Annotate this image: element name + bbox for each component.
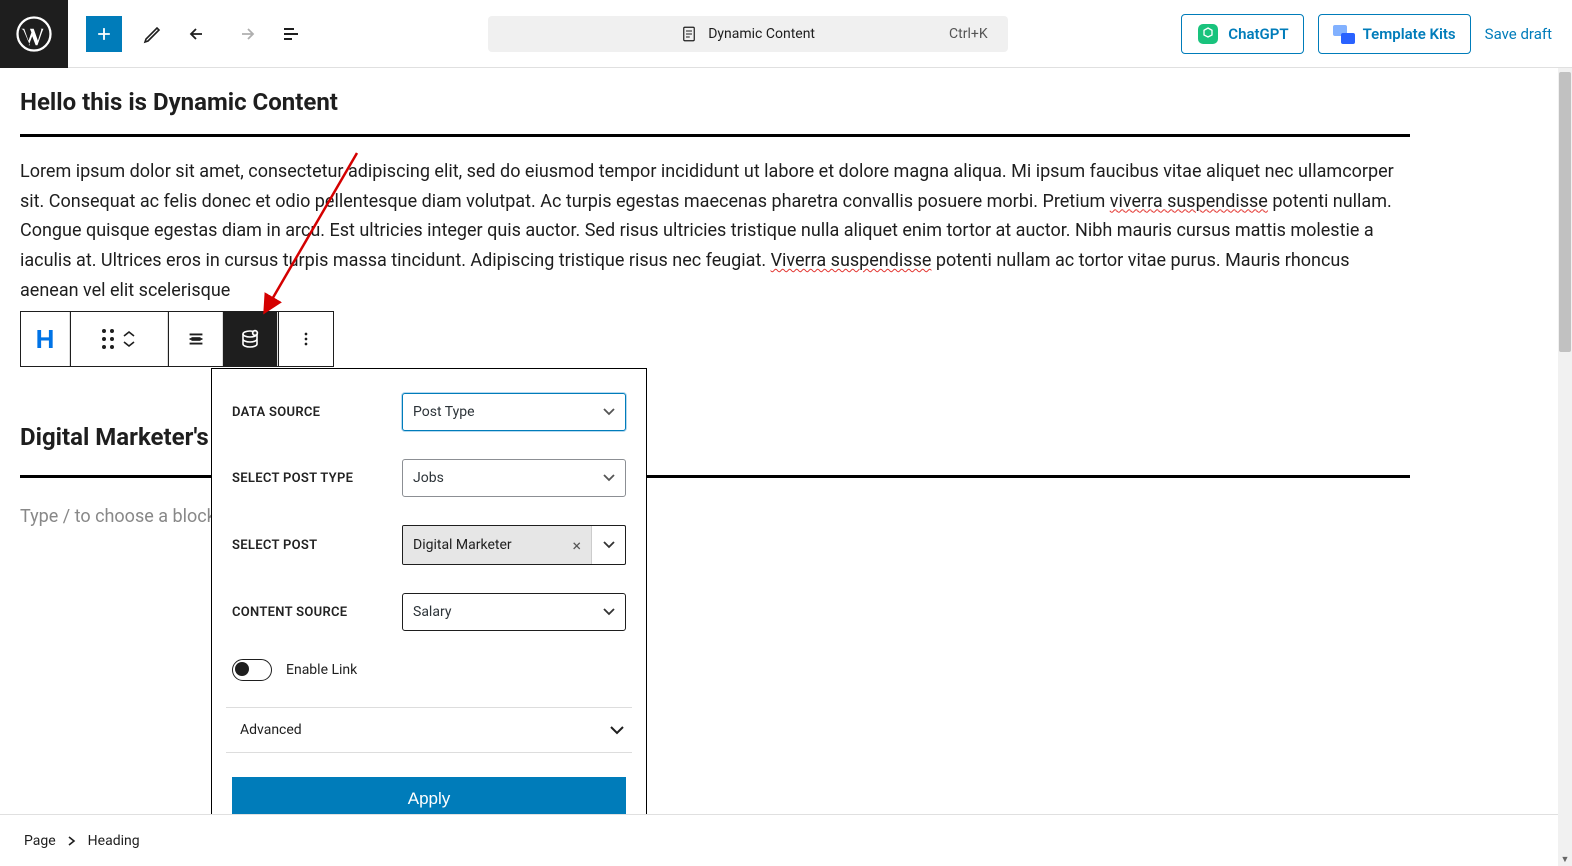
- remove-tag-icon[interactable]: ×: [572, 536, 581, 555]
- title-bar: Dynamic Content Ctrl+K: [314, 16, 1181, 52]
- page-icon: [680, 25, 698, 43]
- chevron-down-icon: [603, 541, 615, 549]
- block-toolbar: H: [20, 311, 334, 367]
- database-icon: [238, 327, 262, 351]
- enable-link-toggle[interactable]: [232, 659, 272, 681]
- chevron-down-icon: [603, 408, 615, 416]
- data-source-label: DATA SOURCE: [232, 405, 402, 420]
- data-source-select[interactable]: Post Type: [402, 393, 626, 431]
- apply-button[interactable]: Apply: [232, 777, 626, 814]
- scroll-down-icon[interactable]: ▼: [1558, 852, 1572, 866]
- chevron-down-icon: [603, 474, 615, 482]
- editor-canvas: Hello this is Dynamic Content Lorem ipsu…: [0, 68, 1572, 814]
- add-block-button[interactable]: [86, 16, 122, 52]
- chatgpt-icon: [1196, 22, 1220, 46]
- document-title: Dynamic Content: [708, 26, 815, 42]
- vertical-scrollbar[interactable]: ▲ ▼: [1558, 68, 1572, 866]
- select-post-field[interactable]: Digital Marketer ×: [402, 525, 626, 565]
- dynamic-content-popover: DATA SOURCE Post Type SELECT POST TYPE J…: [211, 368, 647, 814]
- template-kits-button[interactable]: Template Kits: [1318, 14, 1471, 54]
- template-kits-icon: [1333, 24, 1355, 44]
- chatgpt-label: ChatGPT: [1228, 25, 1288, 43]
- breadcrumb-page[interactable]: Page: [24, 833, 56, 849]
- block-drag-move[interactable]: [70, 312, 168, 366]
- more-vertical-icon: [296, 329, 316, 349]
- chevron-down-icon: [610, 726, 624, 735]
- scrollbar-thumb[interactable]: [1559, 72, 1571, 352]
- breadcrumb-footer: Page Heading: [0, 814, 1558, 866]
- enable-link-label: Enable Link: [286, 662, 357, 678]
- more-options-button[interactable]: [278, 312, 333, 366]
- document-overview-icon[interactable]: [268, 11, 314, 57]
- advanced-label: Advanced: [240, 722, 302, 738]
- post-type-label: SELECT POST TYPE: [232, 471, 402, 486]
- save-draft-link[interactable]: Save draft: [1485, 25, 1552, 43]
- advanced-section-toggle[interactable]: Advanced: [226, 707, 632, 753]
- chevron-right-icon: [68, 836, 76, 846]
- redo-icon[interactable]: [222, 11, 268, 57]
- content-source-label: CONTENT SOURCE: [232, 605, 402, 620]
- selected-post-tag: Digital Marketer ×: [403, 526, 591, 564]
- breadcrumb-heading[interactable]: Heading: [88, 833, 140, 849]
- dynamic-content-button[interactable]: [223, 312, 278, 366]
- undo-icon[interactable]: [176, 11, 222, 57]
- chatgpt-button[interactable]: ChatGPT: [1181, 14, 1303, 54]
- post-dropdown-toggle[interactable]: [591, 526, 625, 564]
- align-icon: [185, 328, 207, 350]
- chevron-down-icon: [603, 608, 615, 616]
- edit-icon[interactable]: [130, 11, 176, 57]
- drag-handle-icon: [102, 329, 114, 349]
- select-post-label: SELECT POST: [232, 538, 402, 553]
- heading-block-icon[interactable]: H: [21, 312, 70, 366]
- content-source-select[interactable]: Salary: [402, 593, 626, 631]
- post-type-select[interactable]: Jobs: [402, 459, 626, 497]
- align-button[interactable]: [168, 312, 223, 366]
- document-title-button[interactable]: Dynamic Content Ctrl+K: [488, 16, 1008, 52]
- keyboard-hint: Ctrl+K: [949, 26, 988, 42]
- top-right-actions: ChatGPT Template Kits Save draft: [1181, 14, 1572, 54]
- template-kits-label: Template Kits: [1363, 25, 1456, 43]
- paragraph-block[interactable]: Lorem ipsum dolor sit amet, consectetur …: [20, 157, 1410, 305]
- page-heading[interactable]: Hello this is Dynamic Content: [20, 88, 1410, 137]
- editor-top-bar: Dynamic Content Ctrl+K ChatGPT Template …: [0, 0, 1572, 68]
- move-updown-icon: [122, 330, 136, 348]
- wordpress-logo[interactable]: [0, 0, 68, 68]
